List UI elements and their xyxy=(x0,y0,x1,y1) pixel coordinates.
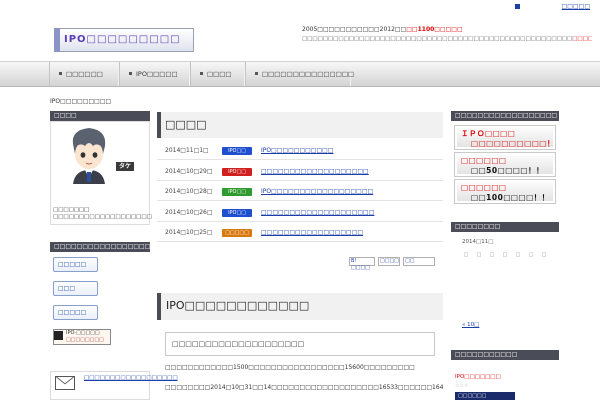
news-category-badge[interactable]: IPO□□ xyxy=(222,208,252,217)
banner-fx-blog[interactable]: □□□□□ xyxy=(53,305,98,320)
top-link[interactable]: □□□□□ xyxy=(562,3,590,10)
calendar-prev-month-link[interactable]: « 10□ xyxy=(462,322,479,328)
hatena-bookmark-button[interactable]: B! □□□□ xyxy=(349,257,375,271)
nav-item-label: □□□□ xyxy=(207,70,232,78)
intro-line-1-highlight: □□1100□□□□□ xyxy=(406,26,463,33)
profile-heading: □□□□ xyxy=(50,111,150,121)
ad-banner-line1: □□□□□□ xyxy=(461,183,507,192)
nav-item-label: □□□□□□□□□□□□□□□ xyxy=(262,70,355,78)
mail-link[interactable]: □□□□□□□□□□□□□□□□□□ xyxy=(84,375,178,382)
avatar-name-tag: タケ xyxy=(116,162,134,171)
intro-line-1-prefix: 2005□□□□□□□□□□□2012□□ xyxy=(302,26,407,33)
news-date: 2014□10□26□ xyxy=(165,208,213,216)
rating-stars: ☆☆☆ xyxy=(455,383,469,389)
intro-line-1: 2005□□□□□□□□□□□2012□□□□1100□□□□□ xyxy=(302,26,463,33)
ad-banner-line2: □□100□□□□！！ xyxy=(471,193,550,202)
calendar-weekday: □ xyxy=(476,252,482,258)
intro-line-2-text: □□□□□□□□□□□□□□□□□□□□□□□□□□□□□□□□□□□□□□□□… xyxy=(302,36,573,42)
news-category-badge[interactable]: IPO□□ xyxy=(222,147,252,155)
news-date: 2014□10□29□ xyxy=(165,167,213,175)
intro-line-2: □□□□□□□□□□□□□□□□□□□□□□□□□□□□□□□□□□□□□□□□… xyxy=(302,36,592,43)
ranking-logo-icon xyxy=(54,331,63,340)
calendar-caption: 2014□11□ xyxy=(462,239,494,245)
breadcrumb: IPO□□□□□□□□□ xyxy=(50,98,112,105)
news-category-badge[interactable]: IPO□□ xyxy=(222,167,252,176)
ad-banner-line1: ＩＰＯ□□□□ xyxy=(461,129,516,138)
news-title-link[interactable]: □□□□□□□□□□□□□□□□□□□ xyxy=(261,168,369,175)
site-logo-text[interactable]: IPO□□□□□□□□□ xyxy=(64,34,181,45)
news-title-link[interactable]: IPO□□□□□□□□□□□□□□□□□□ xyxy=(261,188,373,195)
article-title[interactable]: IPO□□□□□□□□□□□□ xyxy=(166,299,309,312)
banner-new-ipo[interactable]: □□□□□ xyxy=(53,257,98,272)
calendar-weekday: □ xyxy=(541,252,547,258)
ad-banner-line1: □□□□□□ xyxy=(461,156,507,165)
nav-bullet-icon xyxy=(59,72,62,75)
ad-banner-line2: □□□□□□□□□□！ xyxy=(471,139,555,148)
recent-post-link[interactable]: IPO□□□□□□□ xyxy=(455,374,501,380)
ad-banner-line2: □□50□□□□！！ xyxy=(471,166,544,175)
intro-line-2-highlight: □□□□□□□ xyxy=(572,36,592,42)
nav-bullet-icon xyxy=(129,72,132,75)
nav-item-3[interactable]: □□□□ xyxy=(190,62,245,86)
like-button[interactable]: □□ xyxy=(403,257,435,266)
article-paragraph: □□□□□□□□2014□10□31□□14□□□□□□□□□□□□□□□□□□… xyxy=(165,384,443,391)
share-bar: B! □□□□ □□□□ □□ xyxy=(349,257,435,271)
nav-item-1[interactable]: □□□□□□ xyxy=(49,62,119,86)
calendar-weekday: □ xyxy=(528,252,534,258)
ad-heading: □□□□□□□□□□□□□□□□□□ xyxy=(451,111,559,121)
news-category-badge[interactable]: □□□□□ xyxy=(222,229,252,237)
banner-ranking-line2: □□□□□□□□ xyxy=(66,337,104,343)
tweet-button[interactable]: □□□□ xyxy=(378,257,400,266)
calendar-weekday: □ xyxy=(463,252,469,258)
mail-icon[interactable] xyxy=(55,376,75,390)
news-category-badge[interactable]: IPO□□ xyxy=(222,188,252,196)
news-title-link[interactable]: IPO□□□□□□□□□□□ xyxy=(261,147,333,154)
news-section-title: □□□□ xyxy=(165,118,207,131)
calendar-weekday: □ xyxy=(515,252,521,258)
calendar xyxy=(451,233,559,333)
article-paragraph: □□□□□□□□□□□□1500□□□□□□□□□□□□□□□□□15600□□… xyxy=(165,364,415,371)
banner-stock-diary[interactable]: □□□ xyxy=(53,281,98,296)
calendar-weekday: □ xyxy=(489,252,495,258)
nav-item-label: IPO□□□□□ xyxy=(136,70,178,78)
nav-item-4[interactable]: □□□□□□□□□□□□□□□ xyxy=(245,62,355,86)
nav-bullet-icon xyxy=(255,72,258,75)
news-date: 2014□10□28□ xyxy=(165,188,213,195)
calendar-weekday: □ xyxy=(502,252,508,258)
news-date: 2014□10□25□ xyxy=(165,229,213,236)
logo-accent xyxy=(54,28,60,52)
news-title-link[interactable]: □□□□□□□□□□□□□□□□□□□□ xyxy=(261,209,374,216)
avatar xyxy=(72,128,106,184)
news-date: 2014□11□1□ xyxy=(165,147,209,154)
nav-bullet-icon xyxy=(200,72,203,75)
ad-banner-ipo-lottery[interactable]: ＩＰＯ□□□□ □□□□□□□□□□！ xyxy=(454,125,556,150)
ad-banner-risk-zero[interactable]: □□□□□□ □□50□□□□！！ xyxy=(454,152,556,177)
article-quote-text: □□□□□□□□□□□□□□□□□□□□ xyxy=(172,340,305,348)
recent-heading: □□□□□□□□□□□ xyxy=(451,350,559,360)
nav-item-label: □□□□□□ xyxy=(66,70,103,78)
profile-text: □□□□□□□ □□□□□□□□□□□□□□□□□□□ xyxy=(53,207,152,220)
banner-ranking-line1: IPO·□□□□□ xyxy=(66,330,100,336)
recent-banner[interactable]: □□□□□□ xyxy=(455,392,515,400)
links-heading: □□□□□□□□□□□□□□□□□□ xyxy=(50,242,150,252)
bullet-icon xyxy=(515,4,520,9)
ad-banner-low-risk[interactable]: □□□□□□ □□100□□□□！！ xyxy=(454,179,556,204)
nav-item-2[interactable]: IPO□□□□□ xyxy=(119,62,190,86)
calendar-heading: □□□□□□□□ xyxy=(451,222,559,232)
news-title-link[interactable]: □□□□□□□□□□□□□□□□□□ xyxy=(261,229,363,236)
